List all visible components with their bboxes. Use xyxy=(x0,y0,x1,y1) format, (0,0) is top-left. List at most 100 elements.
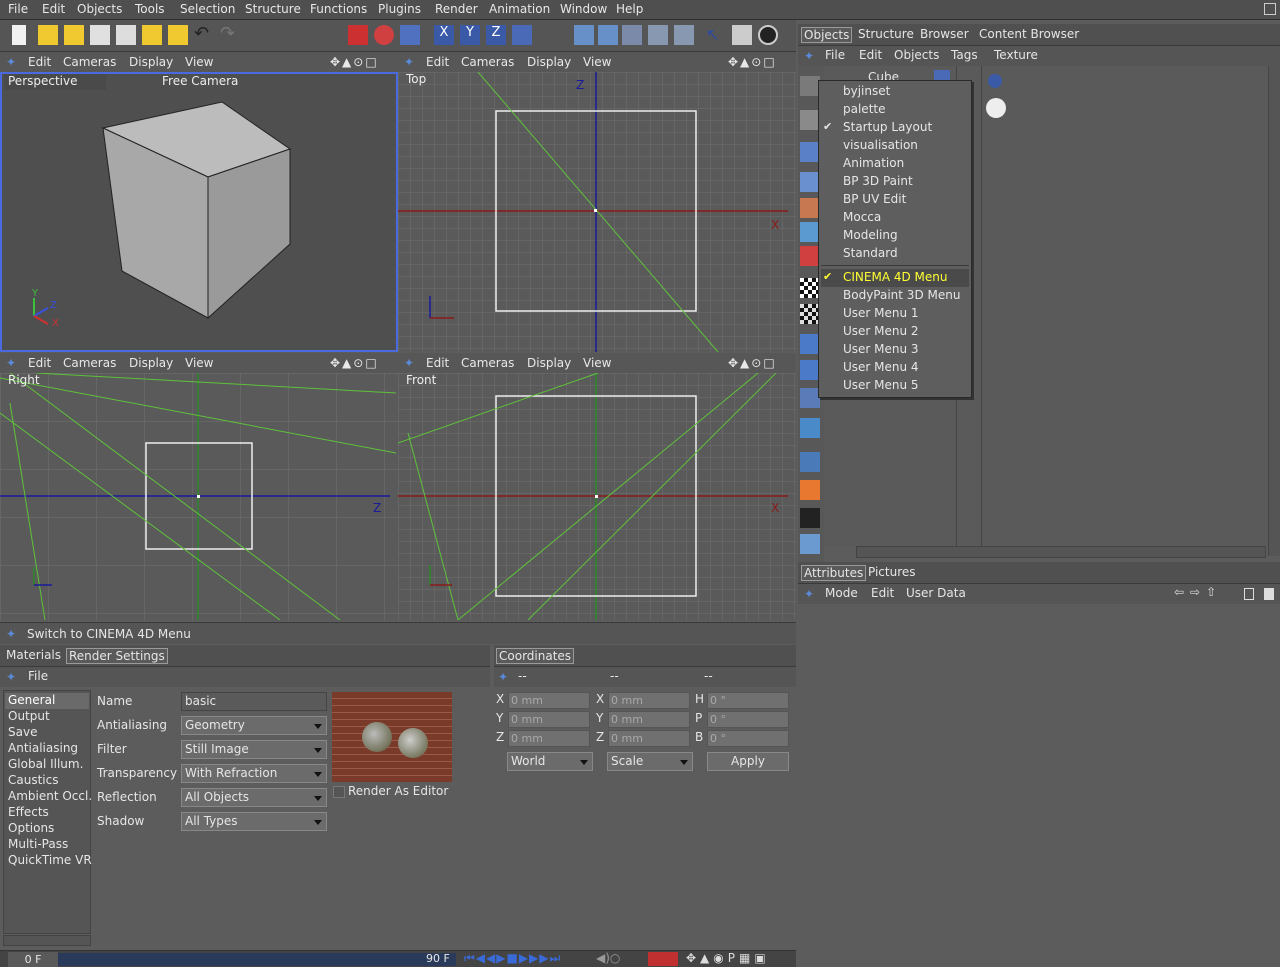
vp-menu-view[interactable]: View xyxy=(583,356,611,370)
check-icon[interactable] xyxy=(800,534,820,554)
render-category-item[interactable]: General xyxy=(8,693,55,707)
menu-edit[interactable]: Edit xyxy=(42,2,65,16)
pin-icon[interactable]: ✦ xyxy=(804,587,818,601)
vp-menu-edit[interactable]: Edit xyxy=(426,356,449,370)
layout-item-visualisation[interactable]: visualisation xyxy=(843,138,918,152)
coord-input-rot[interactable]: 0 ° xyxy=(707,692,789,709)
navigate-icons[interactable]: ✥▲⊙□ xyxy=(330,55,379,69)
coord-input-pos[interactable]: 0 mm xyxy=(508,692,590,709)
render-category-item[interactable]: Save xyxy=(8,725,37,739)
sound-icon[interactable]: ◀)○ xyxy=(596,951,620,965)
tab-structure[interactable]: Structure xyxy=(856,27,916,41)
menu-render[interactable]: Render xyxy=(435,2,478,16)
coord-input-pos[interactable]: 0 mm xyxy=(508,711,590,728)
layout-item-modeling[interactable]: Modeling xyxy=(843,228,898,242)
pin-icon[interactable]: ✦ xyxy=(6,356,20,370)
name-input[interactable]: basic xyxy=(181,692,327,711)
coordinate-system-select[interactable]: World xyxy=(507,752,593,771)
render-category-item[interactable]: Multi-Pass xyxy=(8,837,68,851)
vp-menu-cameras[interactable]: Cameras xyxy=(461,356,514,370)
vp-menu-cameras[interactable]: Cameras xyxy=(461,55,514,69)
z-axis-lock-icon[interactable]: Z xyxy=(486,25,506,45)
nav-arrows-icon[interactable]: ⇦⇨⇧ xyxy=(1174,585,1222,599)
render-category-item[interactable]: Output xyxy=(8,709,50,723)
render-category-item[interactable]: Options xyxy=(8,821,54,835)
undo-icon[interactable]: ↶ xyxy=(194,23,214,44)
viewport-top[interactable]: Top Z X xyxy=(398,72,796,352)
tab-render-settings[interactable]: Render Settings xyxy=(66,648,168,664)
polygons-mode-icon[interactable] xyxy=(800,246,820,266)
menu-item-bodypaint[interactable]: BodyPaint 3D Menu xyxy=(843,288,960,302)
save-icon[interactable] xyxy=(116,25,136,45)
pin-icon[interactable]: ✦ xyxy=(404,55,418,69)
tab-materials[interactable]: Materials xyxy=(4,648,63,662)
vp-menu-display[interactable]: Display xyxy=(129,356,173,370)
vp-menu-edit[interactable]: Edit xyxy=(28,356,51,370)
pin-icon[interactable]: ✦ xyxy=(804,49,818,63)
inverse-kinematics-icon[interactable] xyxy=(800,418,820,438)
layout-item-mocca[interactable]: Mocca xyxy=(843,210,881,224)
select-pointer-icon[interactable]: ↖ xyxy=(706,25,726,45)
texture-mode-icon[interactable] xyxy=(800,278,820,298)
tab-pictures[interactable]: Pictures xyxy=(866,565,918,579)
render-picture-viewer-icon[interactable] xyxy=(622,25,642,45)
folder-icon[interactable] xyxy=(142,25,162,45)
coord-input-rot[interactable]: 0 ° xyxy=(707,711,789,728)
rotate-tool-icon[interactable] xyxy=(374,25,394,45)
vp-menu-cameras[interactable]: Cameras xyxy=(63,356,116,370)
vp-menu-edit[interactable]: Edit xyxy=(28,55,51,69)
texture-axis-icon[interactable] xyxy=(800,304,820,324)
attr-menu-edit[interactable]: Edit xyxy=(871,586,894,600)
model-tool-icon[interactable] xyxy=(800,360,820,380)
render-category-item[interactable]: Effects xyxy=(8,805,49,819)
menu-animation[interactable]: Animation xyxy=(489,2,550,16)
attr-menu-mode[interactable]: Mode xyxy=(825,586,858,600)
timeline-slider[interactable] xyxy=(58,953,456,966)
pin-icon[interactable]: ✦ xyxy=(498,670,512,684)
edit-tool-icon[interactable] xyxy=(732,25,752,45)
reflection-select[interactable]: All Objects xyxy=(181,788,327,807)
key-filter-icons[interactable]: ✥▲◉P▦▣ xyxy=(686,951,770,965)
pin-icon[interactable]: ✦ xyxy=(6,55,20,69)
render-settings-icon[interactable] xyxy=(648,25,668,45)
render-category-item[interactable]: Antialiasing xyxy=(8,741,78,755)
obj-menu-texture[interactable]: Texture xyxy=(994,48,1038,62)
new-document-icon[interactable] xyxy=(12,25,26,45)
paint-icon[interactable] xyxy=(800,452,820,472)
layout-item-animation[interactable]: Animation xyxy=(843,156,904,170)
viewport-perspective[interactable]: Perspective Free Camera Y Z X xyxy=(0,72,398,352)
coord-input-rot[interactable]: 0 ° xyxy=(707,730,789,747)
menu-item-user-5[interactable]: User Menu 5 xyxy=(843,378,919,392)
menu-item-user-3[interactable]: User Menu 3 xyxy=(843,342,919,356)
lock-icon[interactable] xyxy=(1244,588,1254,600)
navigate-icons[interactable]: ✥▲⊙□ xyxy=(728,55,777,69)
scale-tool-icon[interactable] xyxy=(400,25,420,45)
vp-menu-view[interactable]: View xyxy=(185,356,213,370)
layout-item-byjinset[interactable]: byjinset xyxy=(843,84,890,98)
menu-window[interactable]: Window xyxy=(560,2,607,16)
coord-input-pos[interactable]: 0 mm xyxy=(508,730,590,747)
layout-item-palette[interactable]: palette xyxy=(843,102,885,116)
render-queue-icon[interactable] xyxy=(674,25,694,45)
brush-icon[interactable] xyxy=(800,480,820,500)
render-category-item[interactable]: QuickTime VR xyxy=(8,853,92,867)
layout-item-bp-uv-edit[interactable]: BP UV Edit xyxy=(843,192,906,206)
end-frame[interactable]: 90 F xyxy=(426,952,450,965)
edges-mode-icon[interactable] xyxy=(800,222,820,242)
render-category-item[interactable]: Global Illum. xyxy=(8,757,83,771)
categories-scrollbar[interactable] xyxy=(3,935,91,946)
object-axis-icon[interactable] xyxy=(800,334,820,354)
menu-selection[interactable]: Selection xyxy=(180,2,235,16)
vp-menu-view[interactable]: View xyxy=(583,55,611,69)
rs-menu-file[interactable]: File xyxy=(28,669,48,683)
help-icon[interactable] xyxy=(90,25,110,45)
material-tag-icon[interactable] xyxy=(988,74,1002,88)
tool-icon[interactable] xyxy=(800,110,820,130)
menu-help[interactable]: Help xyxy=(616,2,643,16)
tab-browser[interactable]: Browser xyxy=(918,27,971,41)
transparency-select[interactable]: With Refraction xyxy=(181,764,327,783)
menu-plugins[interactable]: Plugins xyxy=(378,2,421,16)
menu-item-cinema4d[interactable]: CINEMA 4D Menu xyxy=(843,270,948,284)
obj-menu-tags[interactable]: Tags xyxy=(951,48,978,62)
coord-input-scale[interactable]: 0 mm xyxy=(608,711,690,728)
